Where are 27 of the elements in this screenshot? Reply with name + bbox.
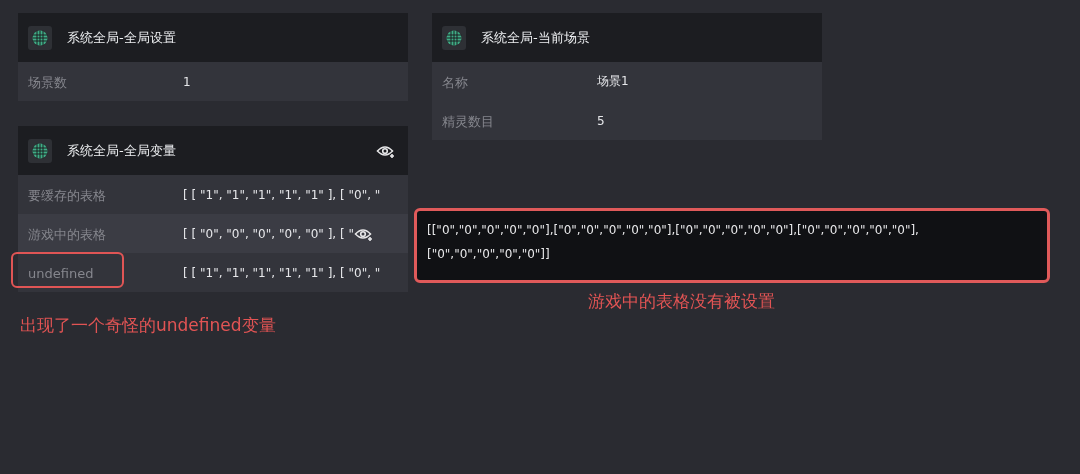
- property-label: 精灵数目: [442, 113, 494, 129]
- globe-icon: [442, 25, 466, 50]
- property-row[interactable]: 场景数 1: [18, 62, 408, 101]
- property-label: 游戏中的表格: [28, 226, 106, 242]
- property-value: [ [ "1", "1", "1", "1", "1" ], [ "0", ": [183, 265, 381, 280]
- globe-icon: [28, 25, 52, 50]
- property-value: 5: [597, 113, 605, 128]
- property-value: 1: [183, 74, 191, 89]
- property-label: 场景数: [28, 74, 67, 90]
- property-value: 场景1: [597, 73, 629, 90]
- property-row[interactable]: 名称 场景1: [432, 62, 822, 101]
- property-value: [ [ "0", "0", "0", "0", "0" ], [ ": [183, 226, 355, 241]
- property-row[interactable]: 游戏中的表格 [ [ "0", "0", "0", "0", "0" ], [ ": [18, 214, 408, 253]
- property-row[interactable]: 精灵数目 5: [432, 101, 822, 140]
- tooltip-text: [["0","0","0","0","0"],["0","0","0","0","0"],["0","0","0","0","0"],["0","0","0","0","0"],["0","0","0","0","0"]]: [427, 222, 920, 263]
- annotation-text: 游戏中的表格没有被设置: [588, 290, 775, 313]
- property-label: 名称: [442, 74, 468, 90]
- property-row[interactable]: undefined [ [ "1", "1", "1", "1", "1" ], [ "0", ": [18, 253, 408, 292]
- panel-title: 系统全局-全局设置: [67, 28, 176, 47]
- property-value: [ [ "1", "1", "1", "1", "1" ], [ "0", ": [183, 187, 381, 202]
- globe-icon: [28, 138, 52, 163]
- property-row[interactable]: 要缓存的表格 [ [ "1", "1", "1", "1", "1" ], [ "0", ": [18, 175, 408, 214]
- panel-title: 系统全局-全局变量: [67, 141, 176, 160]
- property-label: undefined: [28, 266, 94, 281]
- panel-title: 系统全局-当前场景: [481, 28, 590, 47]
- annotation-text: 出现了一个奇怪的undefined变量: [20, 314, 276, 337]
- property-label: 要缓存的表格: [28, 187, 106, 203]
